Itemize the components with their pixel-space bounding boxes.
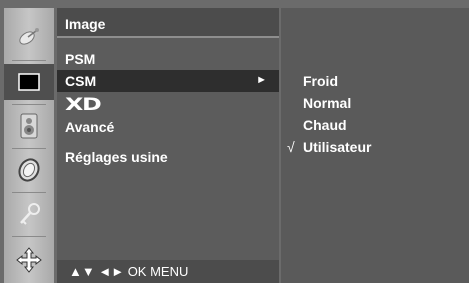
menu-item-psm[interactable]: PSM [57, 48, 279, 70]
icon-divider [12, 104, 46, 105]
submenu-option-utilisateur[interactable]: √ Utilisateur [281, 139, 469, 161]
submenu-option-label: Chaud [303, 117, 347, 133]
menu-item-xd[interactable]: XD [57, 93, 279, 115]
menu-item-label: Réglages usine [65, 149, 168, 165]
submenu-option-label: Utilisateur [303, 139, 372, 155]
menu-item-label: CSM [65, 73, 97, 89]
category-icon-column [4, 8, 54, 283]
submenu-option-label: Froid [303, 73, 338, 89]
submenu-arrow-icon: ► [256, 74, 267, 86]
menu-item-label: PSM [65, 51, 96, 67]
icon-divider [12, 60, 46, 61]
xd-logo: XD [65, 95, 102, 115]
menu-item-reglages-usine[interactable]: Réglages usine [57, 146, 279, 168]
satellite-dish-icon[interactable] [4, 20, 54, 56]
tv-osd-menu: Image PSM CSM ► XD Avancé Réglages usine… [0, 0, 469, 283]
icon-divider [12, 148, 46, 149]
clock-icon[interactable] [4, 152, 54, 188]
submenu-option-froid[interactable]: Froid [281, 73, 469, 95]
navigation-hint-bar: ▲▼ ◄► OK MENU [57, 260, 279, 283]
check-mark-icon: √ [287, 139, 295, 155]
menu-title: Image [57, 8, 279, 38]
speaker-icon[interactable] [4, 108, 54, 144]
settings-arrows-icon[interactable] [4, 242, 54, 278]
key-icon[interactable] [4, 196, 54, 232]
icon-divider [12, 192, 46, 193]
submenu-option-normal[interactable]: Normal [281, 95, 469, 117]
image-menu-panel: Image PSM CSM ► XD Avancé Réglages usine… [57, 8, 279, 283]
csm-submenu-panel: Froid Normal Chaud √ Utilisateur [281, 8, 469, 283]
picture-icon[interactable] [4, 64, 54, 100]
submenu-option-chaud[interactable]: Chaud [281, 117, 469, 139]
submenu-option-label: Normal [303, 95, 352, 111]
menu-item-avance[interactable]: Avancé [57, 116, 279, 138]
icon-divider [12, 236, 46, 237]
menu-item-label: Avancé [65, 119, 115, 135]
menu-item-csm[interactable]: CSM ► [57, 70, 279, 92]
